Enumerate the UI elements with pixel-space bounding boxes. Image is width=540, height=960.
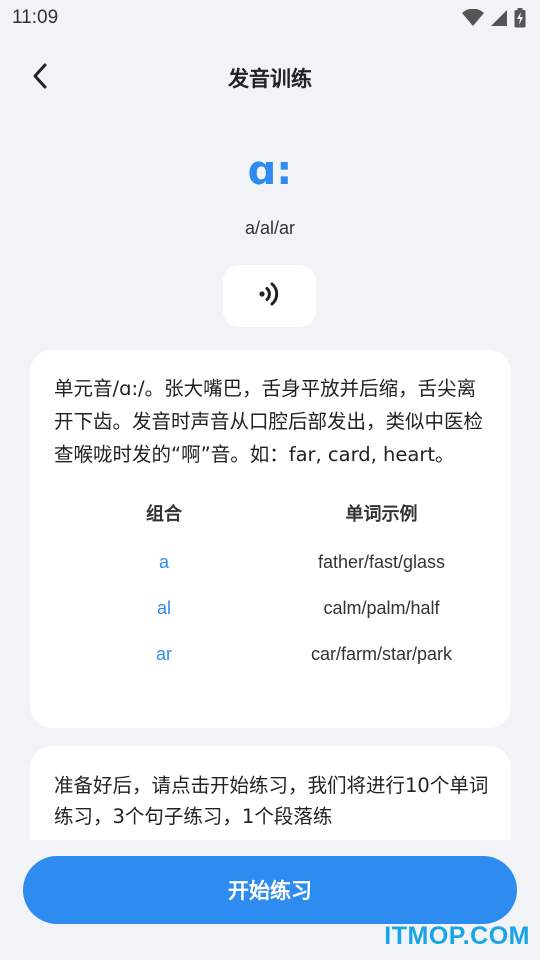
intro-text: 准备好后，请点击开始练习，我们将进行10个单词练习，3个句子练习，1个段落练: [54, 774, 489, 828]
start-practice-button[interactable]: 开始练习: [23, 856, 517, 924]
table-row: a father/fast/glass: [54, 539, 489, 585]
status-time: 11:09: [12, 7, 59, 28]
wifi-icon: [462, 9, 484, 27]
page-title: 发音训练: [228, 67, 312, 91]
words-cell: father/fast/glass: [317, 551, 446, 572]
phoneme-spelling: a/al/ar: [244, 218, 296, 238]
phoneme-symbol: ɑ:: [247, 148, 293, 194]
chevron-left-icon: [30, 62, 50, 94]
battery-icon: [514, 8, 526, 28]
speaker-wave-icon: [253, 277, 287, 315]
table-row: ar car/farm/star/park: [54, 631, 489, 677]
signal-icon: [490, 9, 508, 27]
description-text: 单元音/ɑ:/。张大嘴巴，舌身平放并后缩，舌尖离开下齿。发音时声音从口腔后部发出…: [54, 377, 484, 466]
table-row: al calm/palm/half: [54, 585, 489, 631]
header: 发音训练: [0, 52, 540, 104]
table-header-row: 组合 单词示例: [54, 493, 489, 533]
combo-cell: a: [158, 551, 169, 572]
back-button[interactable]: [22, 60, 58, 96]
description-card: 单元音/ɑ:/。张大嘴巴，舌身平放并后缩，舌尖离开下齿。发音时声音从口腔后部发出…: [30, 350, 511, 728]
combination-table: 组合 单词示例 a father/fast/glass al calm/palm…: [54, 493, 489, 677]
table-header-combo: 组合: [146, 504, 182, 525]
start-practice-label: 开始练习: [228, 879, 312, 903]
table-header-words: 单词示例: [345, 504, 418, 525]
status-icons: [462, 8, 526, 28]
words-cell: calm/palm/half: [323, 597, 440, 618]
combo-cell: ar: [155, 643, 172, 664]
play-sound-button[interactable]: [223, 265, 316, 327]
status-bar: 11:09: [0, 0, 540, 36]
combo-cell: al: [156, 597, 171, 618]
watermark-logo: ITMOP.COM: [384, 922, 530, 950]
words-cell: car/farm/star/park: [310, 643, 453, 664]
